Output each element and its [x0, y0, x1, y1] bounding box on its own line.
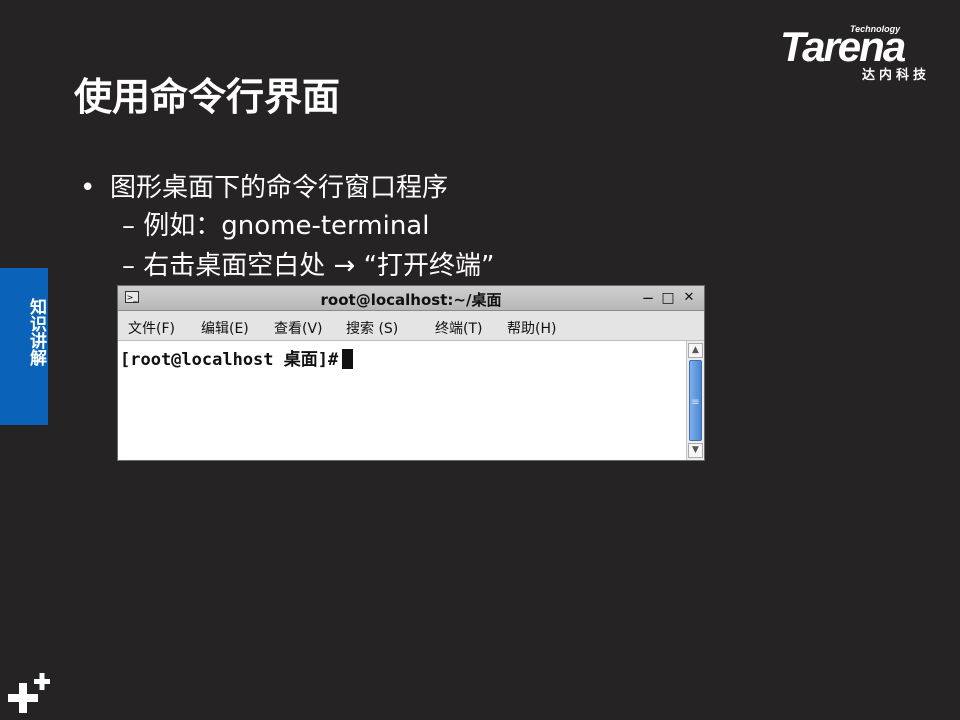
logo-chinese-text: 达内科技	[862, 68, 931, 83]
sub-bullet-right-click: – 右击桌面空白处 → “打开终端”	[122, 251, 495, 281]
bullet-text: 图形桌面下的命令行窗口程序	[110, 173, 449, 203]
side-tab: 知识讲解	[0, 268, 48, 425]
scroll-thumb[interactable]: ≡	[689, 360, 702, 441]
menu-terminal[interactable]: 终端(T)	[435, 318, 482, 338]
tarena-logo: Technology Tarena 达内科技	[780, 24, 945, 84]
bullet-dot-icon: •	[80, 173, 96, 203]
menu-help[interactable]: 帮助(H)	[507, 318, 556, 338]
menu-view[interactable]: 查看(V)	[274, 318, 323, 338]
slide-title: 使用命令行界面	[74, 75, 341, 119]
terminal-console[interactable]: [root@localhost 桌面]#	[118, 341, 686, 460]
menu-edit[interactable]: 编辑(E)	[201, 318, 249, 338]
scroll-down-arrow-icon[interactable]: ▼	[688, 443, 703, 458]
plus-logo-icon	[8, 673, 50, 713]
terminal-menubar: 文件(F) 编辑(E) 查看(V) 搜索 (S) 终端(T) 帮助(H)	[118, 311, 704, 341]
shell-prompt: [root@localhost 桌面]#	[120, 345, 354, 370]
scroll-up-arrow-icon[interactable]: ▲	[688, 343, 703, 358]
terminal-window-title: root@localhost:~/桌面	[320, 291, 502, 309]
text-cursor	[342, 349, 354, 369]
terminal-scrollbar[interactable]: ▲ ≡ ▼	[686, 341, 704, 460]
minimize-button[interactable]: −	[639, 289, 657, 307]
side-tab-label: 知识讲解	[26, 298, 46, 366]
terminal-window: >_ root@localhost:~/桌面 − □ ✕ 文件(F) 编辑(E)…	[117, 285, 705, 461]
shell-prompt-text: [root@localhost 桌面]#	[120, 350, 339, 370]
close-button[interactable]: ✕	[680, 289, 698, 307]
logo-wordmark: Tarena	[780, 23, 906, 70]
maximize-button[interactable]: □	[659, 289, 677, 307]
bullet-item: • 图形桌面下的命令行窗口程序	[80, 172, 448, 204]
menu-file[interactable]: 文件(F)	[128, 318, 175, 338]
terminal-titlebar[interactable]: >_ root@localhost:~/桌面 − □ ✕	[118, 286, 704, 311]
sub-bullet-example: – 例如：gnome-terminal	[122, 211, 430, 241]
menu-search[interactable]: 搜索 (S)	[346, 318, 398, 338]
